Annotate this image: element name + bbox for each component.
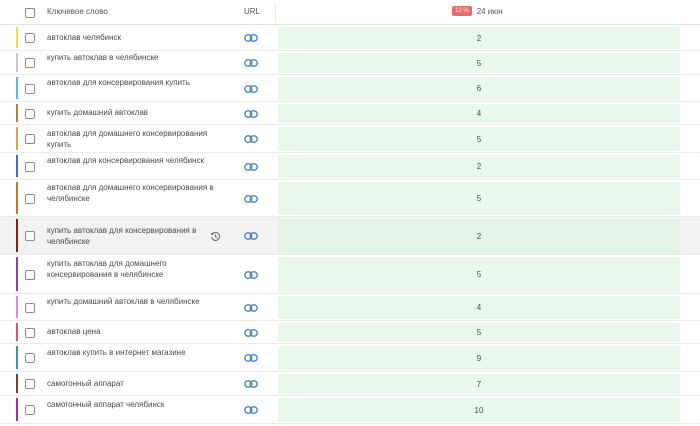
row-checkbox[interactable]: [25, 231, 35, 241]
link-icon[interactable]: [244, 135, 258, 143]
row-checkbox[interactable]: [25, 134, 35, 144]
row-checkbox[interactable]: [25, 270, 35, 280]
position-cell[interactable]: 9: [278, 346, 680, 370]
row-checkbox[interactable]: [25, 379, 35, 389]
position-cell[interactable]: 2: [278, 219, 680, 253]
table-row[interactable]: автоклав цена 5: [0, 321, 700, 344]
position-cell[interactable]: 10: [278, 398, 680, 422]
keyword-text[interactable]: купить автоклав для консервирования в че…: [47, 226, 217, 247]
position-cell[interactable]: 5: [278, 53, 680, 73]
row-checkbox[interactable]: [25, 33, 35, 43]
keyword-text[interactable]: автоклав для консервирования челябинск: [47, 156, 217, 167]
link-icon[interactable]: [244, 232, 258, 240]
table-row[interactable]: самогонный аппарат челябинск 10: [0, 396, 700, 424]
row-checkbox[interactable]: [25, 405, 35, 415]
row-color-marker: [16, 127, 18, 150]
table-row[interactable]: автоклав купить в интернет магазине 9: [0, 344, 700, 372]
keyword-text[interactable]: автоклав челябинск: [47, 33, 217, 44]
row-color-marker: [16, 374, 18, 393]
row-checkbox[interactable]: [25, 303, 35, 313]
row-color-marker: [16, 182, 18, 214]
date-column-header[interactable]: 12 % 24 июн: [452, 6, 503, 16]
date-label: 24 июн: [476, 6, 503, 16]
link-icon[interactable]: [244, 163, 258, 171]
link-icon[interactable]: [244, 195, 258, 203]
row-color-marker: [16, 219, 18, 252]
row-color-marker: [16, 257, 18, 291]
keyword-text[interactable]: купить домашний автоклав: [47, 108, 217, 119]
link-icon[interactable]: [244, 271, 258, 279]
table-row[interactable]: купить автоклав для домашнего консервиро…: [0, 255, 700, 294]
keyword-text[interactable]: самогонный аппарат челябинск: [47, 400, 217, 411]
row-color-marker: [16, 296, 18, 318]
history-icon[interactable]: [210, 231, 221, 242]
change-badge: 12 %: [452, 6, 472, 16]
keyword-text[interactable]: автоклав для консервирования купить: [47, 78, 217, 89]
link-icon[interactable]: [244, 85, 258, 93]
table-row[interactable]: автоклав для консервирования купить 6: [0, 75, 700, 102]
link-icon[interactable]: [244, 380, 258, 388]
position-cell[interactable]: 5: [278, 127, 680, 151]
select-all-checkbox[interactable]: [25, 8, 35, 18]
keyword-column-header[interactable]: Ключевое слово: [47, 7, 108, 16]
link-icon[interactable]: [244, 354, 258, 362]
link-icon[interactable]: [244, 304, 258, 312]
link-icon[interactable]: [244, 59, 258, 67]
position-cell[interactable]: 2: [278, 27, 680, 49]
position-cell[interactable]: 4: [278, 104, 680, 123]
row-color-marker: [16, 155, 18, 177]
table-row[interactable]: автоклав для домашнего консервирования в…: [0, 180, 700, 217]
keyword-text[interactable]: автоклав для домашнего консервирования к…: [47, 129, 217, 150]
keyword-text[interactable]: купить автоклав для домашнего консервиро…: [47, 259, 217, 280]
link-icon[interactable]: [244, 110, 258, 118]
position-cell[interactable]: 5: [278, 323, 680, 342]
row-color-marker: [16, 77, 18, 99]
link-icon[interactable]: [244, 329, 258, 337]
table-row[interactable]: купить домашний автоклав 4: [0, 102, 700, 125]
keyword-text[interactable]: автоклав купить в интернет магазине: [47, 348, 217, 359]
row-checkbox[interactable]: [25, 328, 35, 338]
row-color-marker: [16, 104, 18, 122]
table-row[interactable]: автоклав челябинск 2: [0, 25, 700, 51]
row-color-marker: [16, 53, 18, 72]
table-row[interactable]: самогонный аппарат 7: [0, 372, 700, 396]
row-checkbox[interactable]: [25, 58, 35, 68]
keyword-text[interactable]: купить домашний автоклав в челябинске: [47, 297, 217, 308]
url-column-header: URL: [244, 7, 261, 16]
row-color-marker: [16, 27, 18, 48]
table-row[interactable]: купить автоклав для консервирования в че…: [0, 217, 700, 255]
position-cell[interactable]: 6: [278, 77, 680, 100]
link-icon[interactable]: [244, 406, 258, 414]
row-checkbox[interactable]: [25, 109, 35, 119]
row-checkbox[interactable]: [25, 162, 35, 172]
position-cell[interactable]: 4: [278, 296, 680, 319]
row-checkbox[interactable]: [25, 84, 35, 94]
position-cell[interactable]: 2: [278, 155, 680, 178]
row-checkbox[interactable]: [25, 353, 35, 363]
table-row[interactable]: автоклав для консервирования челябинск 2: [0, 153, 700, 180]
position-cell[interactable]: 7: [278, 374, 680, 394]
row-color-marker: [16, 398, 18, 421]
keyword-text[interactable]: автоклав для домашнего консервирования в…: [47, 183, 217, 204]
row-checkbox[interactable]: [25, 194, 35, 204]
position-cell[interactable]: 5: [278, 257, 680, 292]
row-color-marker: [16, 346, 18, 369]
link-icon[interactable]: [244, 34, 258, 42]
column-divider: [275, 3, 276, 22]
keyword-text[interactable]: купить автоклав в челябинске: [47, 53, 217, 64]
keyword-text[interactable]: самогонный аппарат: [47, 379, 217, 390]
table-row[interactable]: купить домашний автоклав в челябинске 4: [0, 294, 700, 321]
keyword-positions-table: Ключевое слово URL 12 % 24 июн автоклав …: [0, 0, 700, 426]
row-color-marker: [16, 323, 18, 341]
keyword-text[interactable]: автоклав цена: [47, 327, 217, 338]
table-header: Ключевое слово URL 12 % 24 июн: [0, 0, 700, 25]
table-row[interactable]: автоклав для домашнего консервирования к…: [0, 125, 700, 153]
position-cell[interactable]: 5: [278, 182, 680, 215]
table-row[interactable]: купить автоклав в челябинске 5: [0, 51, 700, 75]
